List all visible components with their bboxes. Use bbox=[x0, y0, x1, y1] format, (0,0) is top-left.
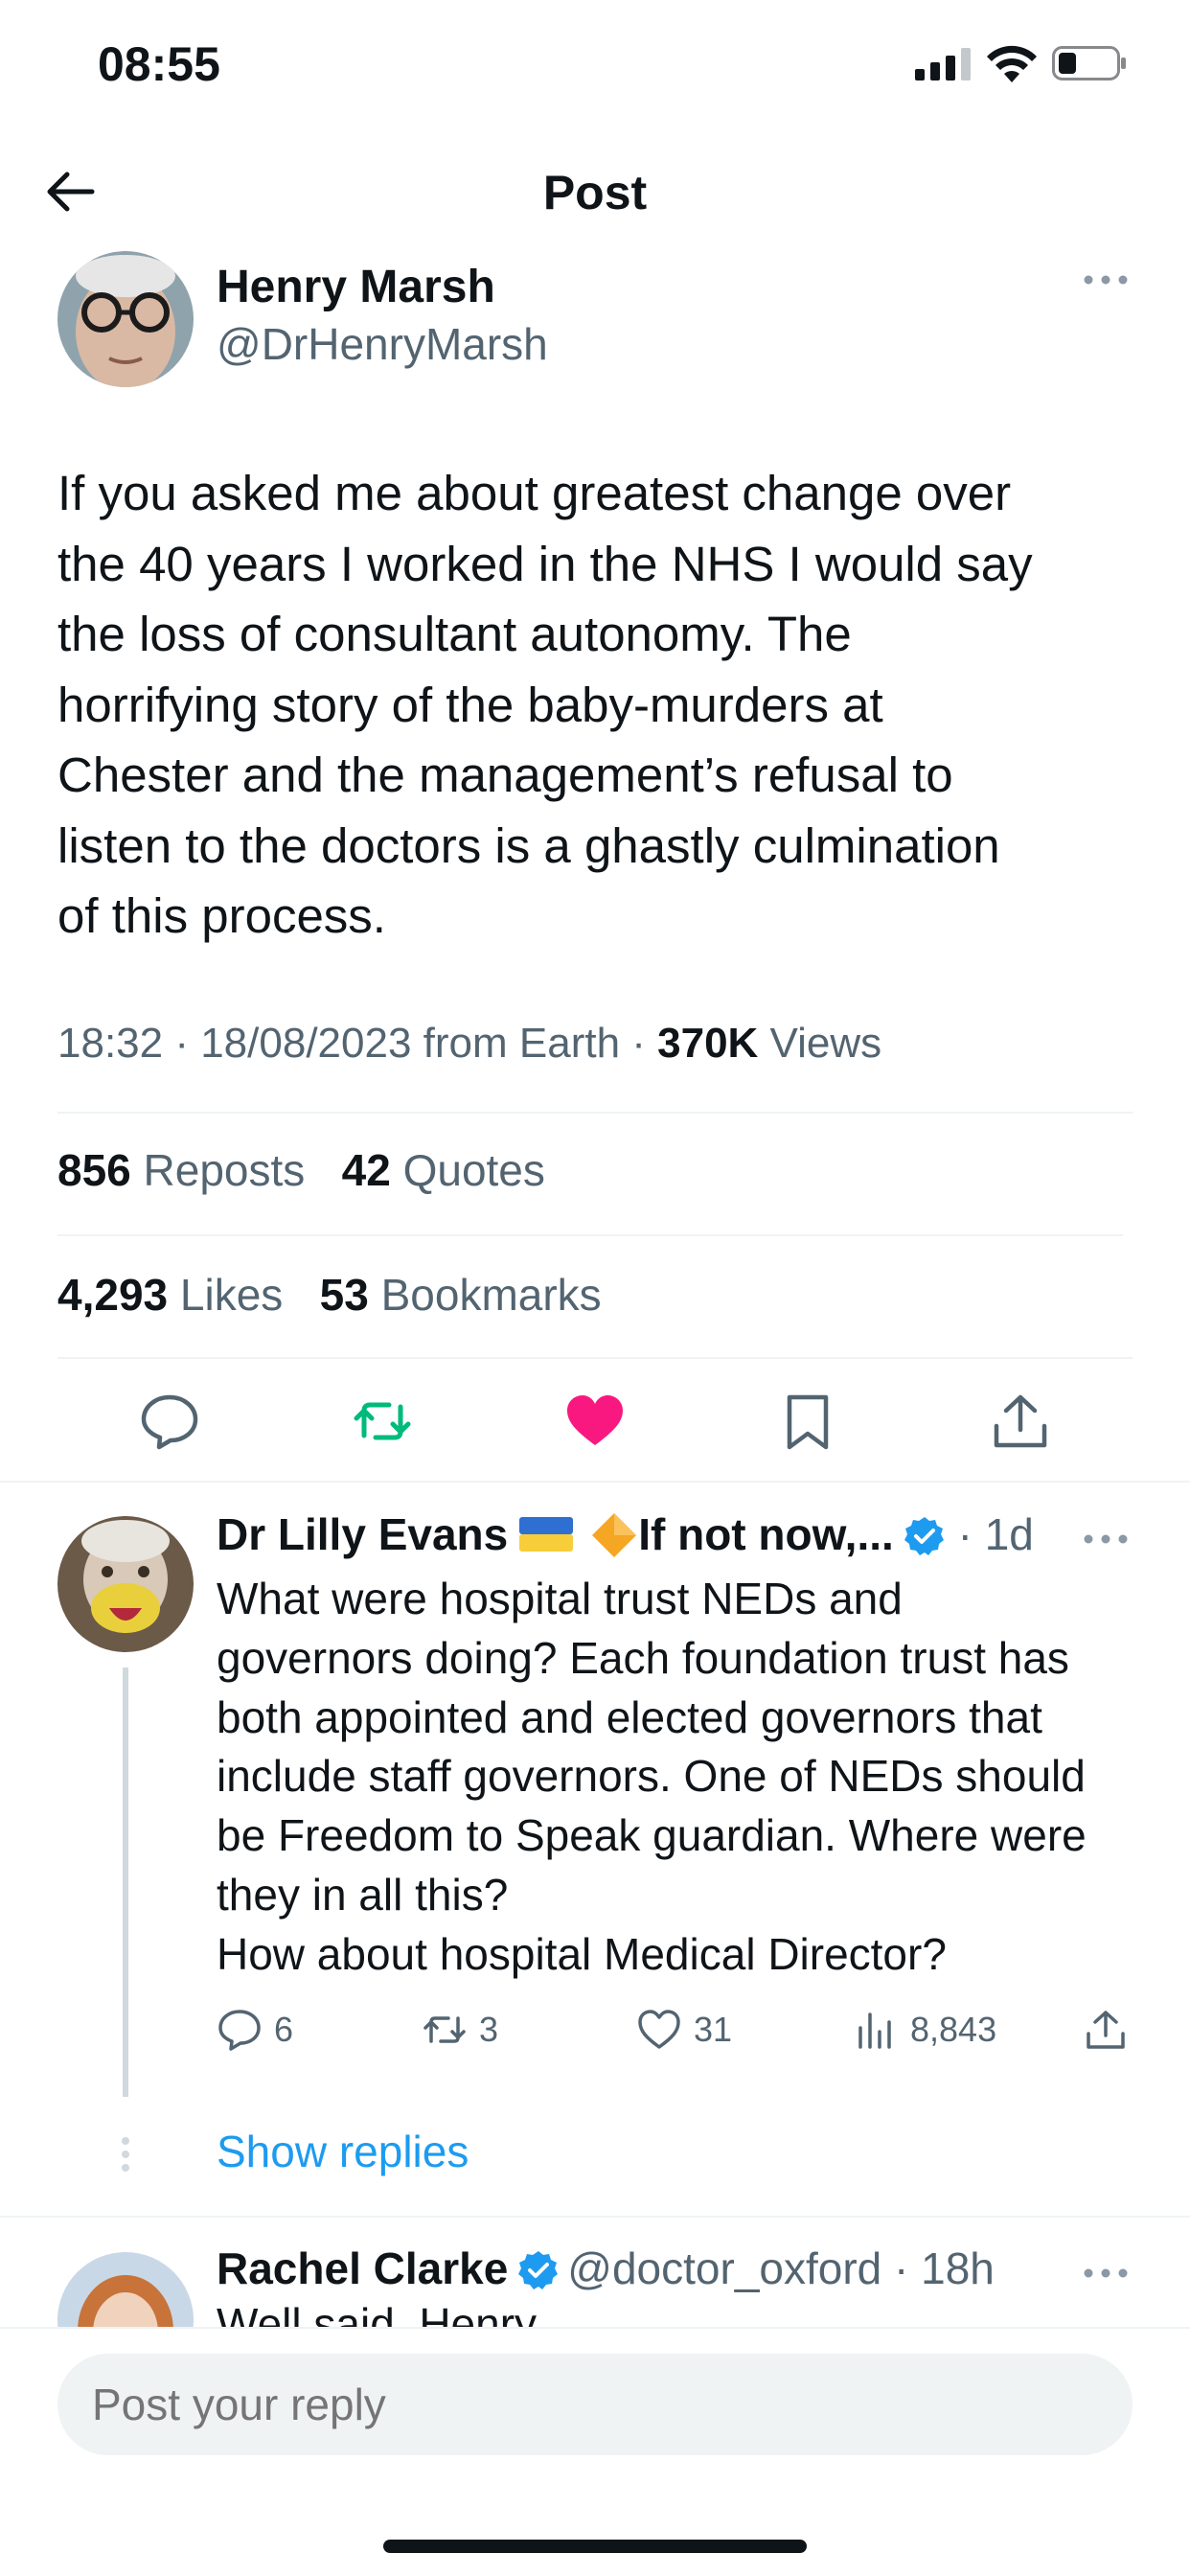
post-timestamp[interactable]: 18:32 · 18/08/2023 from Earth · bbox=[57, 1020, 657, 1067]
divider bbox=[57, 1357, 1133, 1359]
more-options-icon[interactable] bbox=[1081, 270, 1131, 289]
post-action-bar bbox=[0, 1380, 1190, 1466]
reply-compose-bar bbox=[0, 2327, 1190, 2576]
likes-link[interactable]: Likes bbox=[180, 1270, 283, 1320]
bookmarks-link[interactable]: Bookmarks bbox=[381, 1270, 602, 1320]
status-bar: 08:55 bbox=[0, 0, 1190, 134]
post-meta: 18:32 · 18/08/2023 from Earth · 370K Vie… bbox=[57, 1020, 881, 1068]
heart-icon bbox=[638, 2010, 680, 2049]
author-avatar[interactable] bbox=[57, 251, 194, 387]
next-reply-timestamp[interactable]: · 18h bbox=[881, 2243, 995, 2293]
page-title: Post bbox=[542, 166, 648, 219]
reply-text: What were hospital trust NEDs and govern… bbox=[217, 1574, 1087, 1979]
divider bbox=[57, 1112, 1133, 1114]
battery-icon bbox=[1052, 46, 1126, 80]
bookmark-icon[interactable] bbox=[776, 1390, 839, 1453]
reply-author-avatar[interactable] bbox=[57, 1516, 194, 1652]
author-handle[interactable]: @DrHenryMarsh bbox=[217, 318, 548, 370]
comment-icon bbox=[218, 2010, 261, 2051]
reply-comment-count: 6 bbox=[274, 2010, 294, 2049]
reply-repost-count: 3 bbox=[479, 2010, 499, 2049]
share-icon[interactable] bbox=[989, 1390, 1052, 1453]
reposts-link[interactable]: Reposts bbox=[144, 1145, 306, 1195]
cellular-signal-icon bbox=[915, 48, 971, 80]
comment-icon[interactable] bbox=[138, 1390, 201, 1453]
show-replies-link[interactable]: Show replies bbox=[217, 2126, 469, 2177]
bookmarks-count: 53 bbox=[319, 1270, 369, 1320]
reply-header: Dr Lilly Evans If not now,... · 1d bbox=[217, 1508, 1079, 1566]
likes-count: 4,293 bbox=[57, 1270, 169, 1320]
repost-icon[interactable] bbox=[351, 1390, 414, 1453]
next-reply-author-handle[interactable]: @doctor_oxford bbox=[567, 2243, 881, 2293]
more-options-icon[interactable] bbox=[1081, 2264, 1131, 2283]
reply-views-count: 8,843 bbox=[910, 2010, 997, 2049]
quotes-count: 42 bbox=[341, 1145, 391, 1195]
next-reply-author-name[interactable]: Rachel Clarke bbox=[217, 2243, 508, 2293]
views-chart-icon bbox=[858, 2012, 891, 2049]
status-time: 08:55 bbox=[98, 37, 220, 91]
verified-badge-icon bbox=[904, 1517, 944, 1555]
author-name[interactable]: Henry Marsh bbox=[217, 261, 495, 313]
repost-icon bbox=[423, 2016, 466, 2043]
views-label: Views bbox=[758, 1020, 882, 1067]
reply-share-button[interactable] bbox=[1083, 2003, 1140, 2057]
ukraine-flag-icon bbox=[519, 1517, 574, 1552]
orange-diamond-icon bbox=[592, 1513, 637, 1557]
quotes-link[interactable]: Quotes bbox=[403, 1145, 545, 1195]
divider bbox=[57, 1234, 1123, 1236]
reply-author-name[interactable]: Dr Lilly Evans bbox=[217, 1509, 508, 1559]
divider bbox=[0, 2216, 1190, 2218]
post-text: If you asked me about greatest change ov… bbox=[57, 466, 1033, 943]
reply-views-button[interactable]: 8,843 bbox=[853, 2003, 996, 2057]
reply-comment-button[interactable]: 6 bbox=[217, 2003, 293, 2057]
reply-timestamp[interactable]: · 1d bbox=[946, 1509, 1034, 1559]
reply-like-button[interactable]: 31 bbox=[636, 2003, 732, 2057]
reply-action-bar: 6 3 31 8,843 bbox=[217, 2003, 1146, 2057]
top-bar: Post bbox=[0, 144, 1190, 240]
reposts-count: 856 bbox=[57, 1145, 131, 1195]
verified-badge-icon bbox=[518, 2251, 559, 2289]
reply-repost-button[interactable]: 3 bbox=[422, 2003, 498, 2057]
thread-line bbox=[123, 1668, 128, 2097]
wifi-icon bbox=[987, 45, 1037, 82]
thread-continuation-dots-icon bbox=[122, 2137, 129, 2172]
reply-input[interactable] bbox=[57, 2354, 1133, 2455]
views-count: 370K bbox=[657, 1020, 759, 1067]
heart-filled-icon[interactable] bbox=[563, 1390, 627, 1453]
divider bbox=[0, 1481, 1190, 1483]
reply-like-count: 31 bbox=[694, 2010, 733, 2049]
share-icon bbox=[1087, 2011, 1125, 2049]
repost-stats: 856 Reposts 42 Quotes bbox=[57, 1144, 545, 1196]
home-indicator[interactable] bbox=[383, 2540, 807, 2553]
like-stats: 4,293 Likes 53 Bookmarks bbox=[57, 1269, 602, 1321]
next-reply-header: Rachel Clarke @doctor_oxford · 18h bbox=[217, 2242, 995, 2294]
more-options-icon[interactable] bbox=[1081, 1530, 1131, 1549]
reply-author-name-suffix[interactable]: If not now,... bbox=[638, 1509, 894, 1559]
